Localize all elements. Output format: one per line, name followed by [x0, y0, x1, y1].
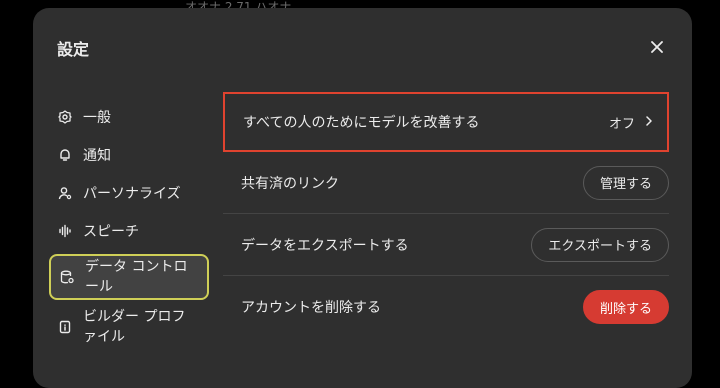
- sidebar-item-label: スピーチ: [83, 224, 139, 240]
- delete-account-row: アカウントを削除する 削除する: [223, 276, 669, 338]
- improve-model-value: オフ: [608, 116, 635, 132]
- chevron-right-icon: [645, 115, 653, 130]
- improve-model-label: すべての人のためにモデルを改善する: [243, 115, 480, 131]
- sidebar-item-data-controls[interactable]: データ コントロール: [49, 254, 209, 300]
- delete-account-label: アカウントを削除する: [241, 300, 381, 316]
- sidebar-item-builder-profile[interactable]: ビルダー プロファイル: [49, 304, 209, 350]
- sidebar-item-notifications[interactable]: 通知: [49, 136, 209, 174]
- sidebar-item-general[interactable]: 一般: [49, 98, 209, 136]
- shared-links-label: 共有済のリンク: [241, 175, 339, 192]
- delete-button[interactable]: 削除する: [582, 290, 669, 324]
- improve-model-row[interactable]: すべての人のためにモデルを改善する オフ: [223, 92, 669, 152]
- settings-modal: 設定 一般 通知 パーソナライズ スピーチ データ コントロール ビルダー プロ…: [33, 8, 692, 388]
- export-data-row: データをエクスポートする エクスポートする: [223, 214, 669, 276]
- sidebar-item-label: 通知: [83, 148, 111, 164]
- improve-model-toggle[interactable]: オフ: [609, 113, 653, 132]
- database-icon: [59, 269, 75, 285]
- close-button[interactable]: [646, 36, 668, 58]
- sidebar-item-label: 一般: [83, 110, 111, 126]
- export-data-label: データをエクスポートする: [241, 237, 409, 254]
- settings-sidebar: 一般 通知 パーソナライズ スピーチ データ コントロール ビルダー プロファイ…: [49, 98, 209, 350]
- settings-content: すべての人のためにモデルを改善する オフ 共有済のリンク 管理する データをエク…: [223, 92, 669, 338]
- modal-title: 設定: [57, 40, 90, 59]
- shared-links-row: 共有済のリンク 管理する: [223, 152, 669, 214]
- sidebar-item-label: パーソナライズ: [83, 186, 181, 202]
- close-icon: [651, 41, 663, 53]
- manage-button[interactable]: 管理する: [582, 165, 669, 200]
- waveform-icon: [57, 223, 73, 239]
- bell-icon: [57, 147, 73, 163]
- sidebar-item-speech[interactable]: スピーチ: [49, 212, 209, 250]
- gear-icon: [57, 109, 73, 125]
- sidebar-item-label: ビルダー プロファイル: [83, 309, 186, 345]
- id-card-icon: [57, 319, 73, 335]
- sidebar-item-personalize[interactable]: パーソナライズ: [49, 174, 209, 212]
- export-button[interactable]: エクスポートする: [531, 227, 669, 262]
- sidebar-item-label: データ コントロール: [85, 259, 188, 295]
- person-icon: [57, 185, 73, 201]
